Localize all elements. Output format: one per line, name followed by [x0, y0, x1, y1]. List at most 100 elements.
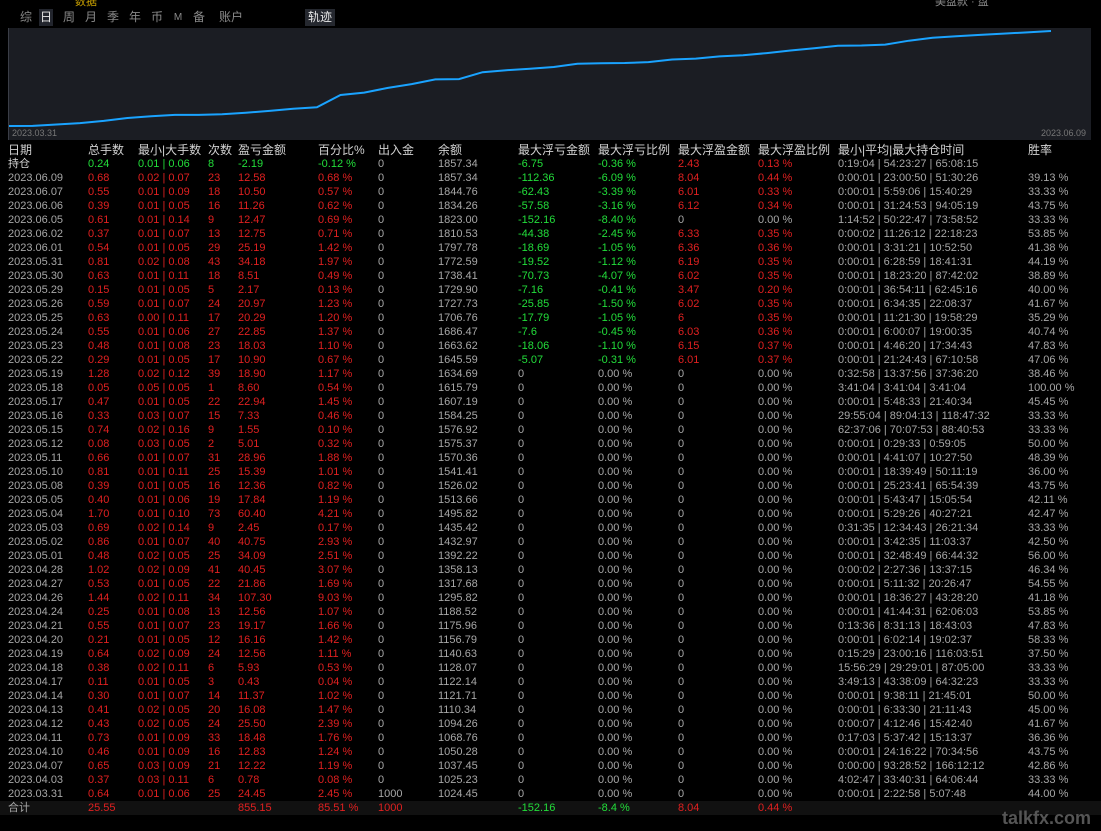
table-row[interactable]: 2023.05.25 0.63 0.00 | 0.11 17 20.29 1.20 % 0 1… — [0, 311, 1101, 325]
table-row[interactable]: 2023.05.04 1.70 0.01 | 0.10 73 60.40 4.21 % 0 1… — [0, 507, 1101, 521]
table-row[interactable]: 2023.04.20 0.21 0.01 | 0.05 12 16.16 1.42 % 0 1… — [0, 633, 1101, 647]
cell-col-5: 1.19 % — [318, 494, 353, 506]
cell-col-2: 0.01 | 0.06 — [138, 326, 190, 338]
cell-col-12: 0:00:01 | 3:42:35 | 11:03:37 — [838, 536, 972, 548]
table-row[interactable]: 2023.05.12 0.08 0.03 | 0.05 2 5.01 0.32 % 0 157… — [0, 437, 1101, 451]
cell-col-10: 6.33 — [678, 228, 700, 240]
tab-1[interactable]: 日 — [39, 9, 53, 26]
table-row[interactable]: 2023.05.15 0.74 0.02 | 0.16 9 1.55 0.10 % 0 157… — [0, 423, 1101, 437]
cell-col-9: 最大浮亏比例 — [598, 143, 671, 157]
cell-col-2: 0.01 | 0.06 — [138, 494, 190, 506]
cell-col-12: 0:00:01 | 0:29:33 | 0:59:05 — [838, 438, 967, 450]
tab-3[interactable]: 月 — [84, 9, 98, 26]
table-row[interactable]: 2023.05.31 0.81 0.02 | 0.08 43 34.18 1.97 % 0 1… — [0, 255, 1101, 269]
cell-col-13: 41.18 % — [1028, 592, 1069, 604]
cell-col-3: 16 — [208, 200, 221, 212]
tab-4[interactable]: 季 — [106, 9, 120, 26]
table-row[interactable]: 2023.05.05 0.40 0.01 | 0.06 19 17.84 1.19 % 0 1… — [0, 493, 1101, 507]
table-row[interactable]: 2023.04.27 0.53 0.01 | 0.05 22 21.86 1.69 % 0 1… — [0, 577, 1101, 591]
cell-col-2: 0.01 | 0.07 — [138, 620, 190, 632]
cell-col-4: 2.45 — [238, 522, 260, 534]
table-row[interactable]: 2023.04.18 0.38 0.02 | 0.11 6 5.93 0.53 % 0 112… — [0, 661, 1101, 675]
cell-col-6: 0 — [378, 172, 385, 184]
table-row[interactable]: 2023.04.03 0.37 0.03 | 0.11 6 0.78 0.08 % 0 102… — [0, 773, 1101, 787]
table-row[interactable]: 2023.04.11 0.73 0.01 | 0.09 33 18.48 1.76 % 0 1… — [0, 731, 1101, 745]
table-row[interactable]: 2023.06.07 0.55 0.01 | 0.09 18 10.50 0.57 % 0 1… — [0, 185, 1101, 199]
table-row[interactable]: 2023.05.30 0.63 0.01 | 0.11 18 8.51 0.49 % 0 17… — [0, 269, 1101, 283]
table-row[interactable]: 2023.05.29 0.15 0.01 | 0.05 5 2.17 0.13 % 0 172… — [0, 283, 1101, 297]
cell-col-12: 0:00:01 | 4:46:20 | 17:34:43 — [838, 340, 973, 352]
tab-6[interactable]: 币 — [150, 9, 164, 26]
table-row[interactable]: 2023.05.26 0.59 0.01 | 0.07 24 20.97 1.23 % 0 1… — [0, 297, 1101, 311]
table-row[interactable]: 2023.06.05 0.61 0.01 | 0.14 9 12.47 0.69 % 0 18… — [0, 213, 1101, 227]
cell-col-0: 2023.05.24 — [8, 326, 64, 338]
cell-col-6: 0 — [378, 732, 385, 744]
cell-col-3: 25 — [208, 788, 221, 800]
position-row[interactable]: 持仓 0.24 0.01 | 0.06 8 -2.19 -0.12 % 0 1857.34 -6… — [0, 157, 1101, 171]
cell-col-13: 38.89 % — [1028, 270, 1069, 282]
table-row[interactable]: 2023.05.19 1.28 0.02 | 0.12 39 18.90 1.17 % 0 1… — [0, 367, 1101, 381]
table-row[interactable]: 2023.05.22 0.29 0.01 | 0.05 17 10.90 0.67 % 0 1… — [0, 353, 1101, 367]
cell-col-11: 0.00 % — [758, 620, 793, 632]
tab-9[interactable]: 账户 — [218, 9, 244, 26]
cell-col-1: 0.21 — [88, 634, 110, 646]
table-row[interactable]: 2023.04.24 0.25 0.01 | 0.08 13 12.56 1.07 % 0 1… — [0, 605, 1101, 619]
table-row[interactable]: 2023.04.21 0.55 0.01 | 0.07 23 19.17 1.66 % 0 1… — [0, 619, 1101, 633]
cell-col-11: 0.00 % — [758, 424, 793, 436]
tab-2[interactable]: 周 — [62, 9, 76, 26]
table-row[interactable]: 2023.06.06 0.39 0.01 | 0.05 16 11.26 0.62 % 0 1… — [0, 199, 1101, 213]
table-row[interactable]: 2023.06.09 0.68 0.02 | 0.07 23 12.58 0.68 % 0 1… — [0, 171, 1101, 185]
tab-0[interactable]: 综 — [19, 9, 33, 26]
tab-5[interactable]: 年 — [128, 9, 142, 26]
cell-col-7: 1122.14 — [438, 676, 477, 688]
cell-col-8: -70.73 — [518, 270, 550, 282]
table-row[interactable]: 2023.05.02 0.86 0.01 | 0.07 40 40.75 2.93 % 0 1… — [0, 535, 1101, 549]
table-row[interactable]: 2023.04.10 0.46 0.01 | 0.09 16 12.83 1.24 % 0 1… — [0, 745, 1101, 759]
cell-col-10: 0 — [678, 578, 685, 590]
table-row[interactable]: 2023.06.02 0.37 0.01 | 0.07 13 12.75 0.71 % 0 1… — [0, 227, 1101, 241]
cell-col-8: -5.07 — [518, 354, 544, 366]
table-row[interactable]: 2023.04.28 1.02 0.02 | 0.09 41 40.45 3.07 % 0 1… — [0, 563, 1101, 577]
cell-col-13: 33.33 % — [1028, 424, 1069, 436]
table-row[interactable]: 2023.06.01 0.54 0.01 | 0.05 29 25.19 1.42 % 0 1… — [0, 241, 1101, 255]
table-row[interactable]: 2023.04.17 0.11 0.01 | 0.05 3 0.43 0.04 % 0 112… — [0, 675, 1101, 689]
table-row[interactable]: 2023.05.16 0.33 0.03 | 0.07 15 7.33 0.46 % 0 15… — [0, 409, 1101, 423]
table-row[interactable]: 2023.04.12 0.43 0.02 | 0.05 24 25.50 2.39 % 0 1… — [0, 717, 1101, 731]
cell-col-13: 33.33 % — [1028, 774, 1069, 786]
table-row[interactable]: 2023.05.23 0.48 0.01 | 0.08 23 18.03 1.10 % 0 1… — [0, 339, 1101, 353]
cell-col-4: 2.17 — [238, 284, 260, 296]
table-row[interactable]: 2023.04.13 0.41 0.02 | 0.05 20 16.08 1.47 % 0 1… — [0, 703, 1101, 717]
table-row[interactable]: 2023.05.17 0.47 0.01 | 0.05 22 22.94 1.45 % 0 1… — [0, 395, 1101, 409]
cell-col-10: 0 — [678, 690, 685, 702]
table-row[interactable]: 2023.04.26 1.44 0.02 | 0.11 34 107.30 9.03 % 0… — [0, 591, 1101, 605]
table-row[interactable]: 2023.05.03 0.69 0.02 | 0.14 9 2.45 0.17 % 0 143… — [0, 521, 1101, 535]
total-row[interactable]: 合计 25.55 855.15 85.51 % 1000 -152.16 -8.4 % 8.0… — [0, 801, 1101, 815]
cell-col-7: 1110.34 — [438, 704, 477, 716]
cell-col-11: 0.00 % — [758, 508, 793, 520]
table-row[interactable]: 2023.05.11 0.66 0.01 | 0.07 31 28.96 1.88 % 0 1… — [0, 451, 1101, 465]
cell-col-12: 0:00:01 | 6:28:59 | 18:41:31 — [838, 256, 973, 268]
cell-col-0: 2023.04.03 — [8, 774, 64, 786]
cell-col-5: 9.03 % — [318, 592, 353, 604]
table-row[interactable]: 2023.04.19 0.64 0.02 | 0.09 24 12.56 1.11 % 0 1… — [0, 647, 1101, 661]
cell-col-10: 0 — [678, 592, 685, 604]
table-row[interactable]: 2023.05.08 0.39 0.01 | 0.05 16 12.36 0.82 % 0 1… — [0, 479, 1101, 493]
cell-col-4: 25.50 — [238, 718, 266, 730]
cell-col-3: 9 — [208, 214, 215, 226]
cell-col-10: 0 — [678, 648, 685, 660]
table-row[interactable]: 2023.04.14 0.30 0.01 | 0.07 14 11.37 1.02 % 0 1… — [0, 689, 1101, 703]
cell-col-3: 27 — [208, 326, 221, 338]
tab-7[interactable]: M — [172, 9, 184, 26]
table-row[interactable]: 2023.05.01 0.48 0.02 | 0.05 25 34.09 2.51 % 0 1… — [0, 549, 1101, 563]
table-row[interactable]: 2023.05.24 0.55 0.01 | 0.06 27 22.85 1.37 % 0 1… — [0, 325, 1101, 339]
cell-col-8: 0 — [518, 466, 525, 478]
cell-col-0: 2023.06.01 — [8, 242, 64, 254]
cell-col-7: 1570.36 — [438, 452, 478, 464]
tab-8[interactable]: 备 — [192, 9, 206, 26]
trajectory-button[interactable]: 轨迹 — [305, 9, 335, 26]
table-row[interactable]: 2023.05.18 0.05 0.05 | 0.05 1 8.60 0.54 % 0 161… — [0, 381, 1101, 395]
table-row[interactable]: 2023.05.10 0.81 0.01 | 0.11 25 15.39 1.01 % 0 1… — [0, 465, 1101, 479]
table-row[interactable]: 2023.04.07 0.65 0.03 | 0.09 21 12.22 1.19 % 0 1… — [0, 759, 1101, 773]
cell-col-10: 2.43 — [678, 158, 700, 170]
table-row[interactable]: 2023.03.31 0.64 0.01 | 0.06 25 24.45 2.45 % 10… — [0, 787, 1101, 801]
